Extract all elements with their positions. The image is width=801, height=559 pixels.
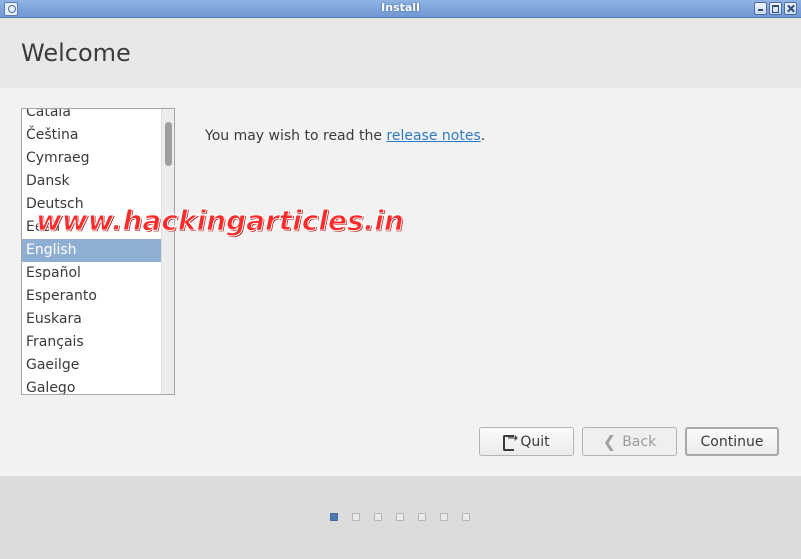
exit-door-icon xyxy=(503,431,518,451)
watermark: www.hackingarticles.in xyxy=(36,204,405,238)
release-prefix: You may wish to read the xyxy=(205,128,387,144)
close-icon[interactable] xyxy=(784,2,797,15)
language-item[interactable]: Cymraeg xyxy=(22,147,162,170)
language-list[interactable]: Català Čeština Cymraeg Dansk Deutsch Eesti Eng… xyxy=(21,108,175,395)
release-notes-link[interactable]: release notes xyxy=(386,128,480,144)
footer xyxy=(0,476,801,559)
language-item[interactable]: Français xyxy=(22,331,162,354)
progress-dots xyxy=(330,513,470,521)
header: Welcome xyxy=(0,19,801,88)
language-item[interactable]: Esperanto xyxy=(22,285,162,308)
language-item[interactable]: Català xyxy=(22,109,162,124)
quit-label: Quit xyxy=(520,433,550,450)
page-title: Welcome xyxy=(21,39,131,67)
maximize-icon[interactable] xyxy=(769,2,782,15)
progress-dot xyxy=(396,513,404,521)
release-suffix: . xyxy=(480,128,486,144)
progress-dot xyxy=(352,513,360,521)
main-panel: Català Čeština Cymraeg Dansk Deutsch Eesti Eng… xyxy=(0,88,801,476)
back-button[interactable]: ❮ Back xyxy=(582,427,677,456)
continue-label: Continue xyxy=(700,433,764,450)
chevron-left-icon: ❮ xyxy=(602,432,617,451)
window-title: Install xyxy=(381,1,420,14)
back-label: Back xyxy=(622,433,657,450)
progress-dot xyxy=(462,513,470,521)
progress-dot xyxy=(374,513,382,521)
progress-dot xyxy=(418,513,426,521)
language-item[interactable]: Čeština xyxy=(22,124,162,147)
scroll-thumb[interactable] xyxy=(165,122,172,166)
quit-button[interactable]: Quit xyxy=(479,427,574,456)
minimize-icon[interactable] xyxy=(754,2,767,15)
language-item[interactable]: English xyxy=(22,239,162,262)
continue-button[interactable]: Continue xyxy=(685,427,779,456)
language-item[interactable]: Español xyxy=(22,262,162,285)
release-notes-text: You may wish to read the release notes. xyxy=(205,128,485,144)
language-item[interactable]: Euskara xyxy=(22,308,162,331)
language-items: Català Čeština Cymraeg Dansk Deutsch Eesti Eng… xyxy=(22,109,162,394)
progress-dot xyxy=(330,513,338,521)
title-bar[interactable]: Install xyxy=(0,0,801,18)
scrollbar[interactable] xyxy=(161,109,174,394)
window-controls xyxy=(754,2,797,15)
language-item[interactable]: Gaeilge xyxy=(22,354,162,377)
language-item[interactable]: Dansk xyxy=(22,170,162,193)
language-item[interactable]: Galego xyxy=(22,377,162,394)
progress-dot xyxy=(440,513,448,521)
